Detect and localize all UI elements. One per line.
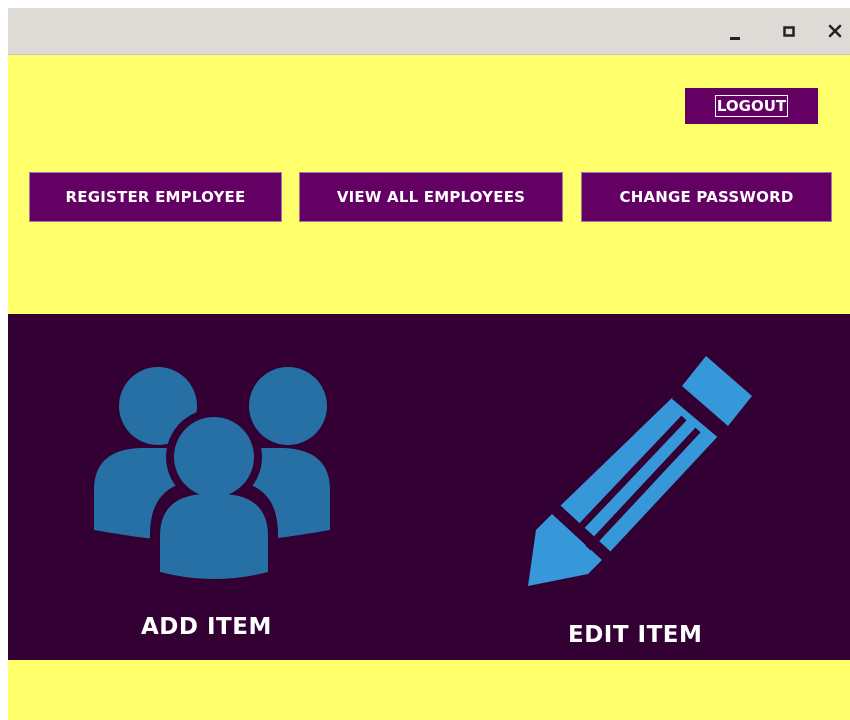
add-item-label: ADD ITEM xyxy=(141,614,272,640)
logout-label: LOGOUT xyxy=(714,95,789,117)
bottom-section xyxy=(8,660,850,720)
register-employee-button[interactable]: REGISTER EMPLOYEE xyxy=(29,172,282,222)
main-panel: ADD ITEM EDIT ITEM xyxy=(8,314,850,660)
pencil-icon xyxy=(528,356,752,586)
logout-button[interactable]: LOGOUT xyxy=(685,88,818,124)
view-all-employees-button[interactable]: VIEW ALL EMPLOYEES xyxy=(299,172,563,222)
users-group-icon xyxy=(94,367,330,579)
add-item-tile[interactable]: ADD ITEM xyxy=(68,334,368,654)
edit-item-label: EDIT ITEM xyxy=(568,622,703,648)
minimize-icon[interactable] xyxy=(720,16,750,46)
change-password-button[interactable]: CHANGE PASSWORD xyxy=(581,172,832,222)
edit-item-tile[interactable]: EDIT ITEM xyxy=(478,334,778,654)
maximize-icon[interactable] xyxy=(774,16,804,46)
app-window: LOGOUT REGISTER EMPLOYEE VIEW ALL EMPLOY… xyxy=(8,8,850,720)
title-bar xyxy=(8,8,850,55)
top-section: LOGOUT REGISTER EMPLOYEE VIEW ALL EMPLOY… xyxy=(8,55,850,314)
close-icon[interactable] xyxy=(820,16,850,46)
